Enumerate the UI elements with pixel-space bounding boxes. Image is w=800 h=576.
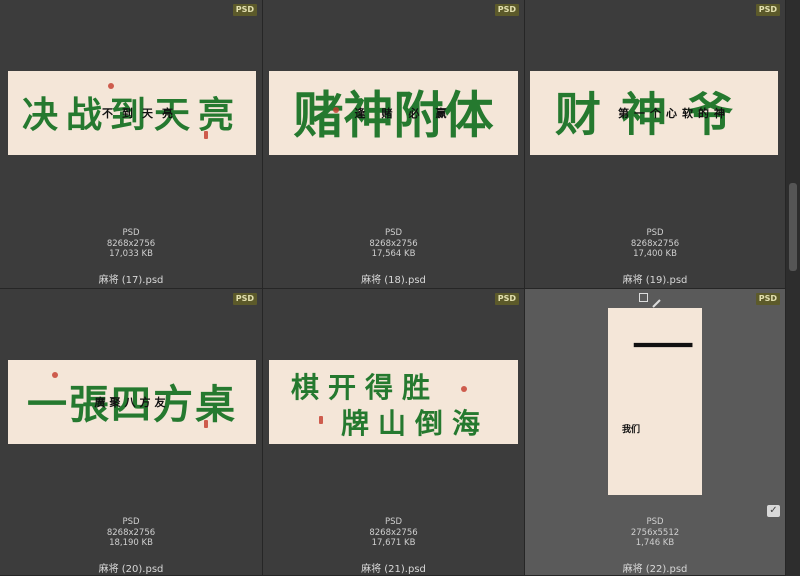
file-size: 1,746 KB (635, 538, 675, 548)
file-dimensions: 8268x2756 (369, 238, 418, 249)
file-meta: PSD 8268x2756 17,033 KB (0, 228, 262, 260)
file-meta: PSD 2756x5512 1,746 KB (525, 517, 785, 549)
thumbnail-cell-selected[interactable]: PSD 一 我们 PSD 2756x5512 1,746 KB ✓ 麻将 (22… (525, 289, 786, 576)
thumbnail-grid: PSD 决战到天亮 不到天亮 PSD 8268x2756 17,033 KB 麻… (0, 0, 786, 576)
file-meta: PSD 8268x2756 17,564 KB (263, 228, 524, 260)
thumbnail-subtext: 逢赌必赢 (354, 107, 463, 120)
file-type: PSD (384, 228, 403, 238)
seal-stamp (108, 83, 114, 89)
seal-stamp (204, 420, 208, 428)
thumbnail-subtext: 廣聚八方友 (94, 396, 170, 409)
file-dimensions: 2756x5512 (630, 527, 680, 538)
seal-stamp (52, 372, 58, 378)
file-name[interactable]: 麻将 (20).psd (0, 560, 262, 575)
file-size: 17,400 KB (633, 249, 677, 259)
thumbnail-image[interactable]: 决战到天亮 不到天亮 (8, 71, 256, 155)
thumbnail-subtext: 不到天亮 (102, 107, 182, 120)
format-badge: PSD (494, 4, 519, 16)
file-size: 18,190 KB (109, 538, 153, 548)
seal-stamp (461, 386, 467, 392)
file-dimensions: 8268x2756 (369, 527, 418, 538)
file-size: 17,033 KB (109, 249, 153, 259)
thumbnail-cell[interactable]: PSD 一張四方桌 廣聚八方友 PSD 8268x2756 18,190 KB … (0, 289, 263, 576)
thumbnail-cell[interactable]: PSD 决战到天亮 不到天亮 PSD 8268x2756 17,033 KB 麻… (0, 0, 263, 289)
thumbnail-cell[interactable]: PSD 棋开得胜 牌山倒海 PSD 8268x2756 17,671 KB 麻将… (263, 289, 525, 576)
file-dimensions: 8268x2756 (106, 527, 156, 538)
thumbnail-calligraphy-line-2: 牌山倒海 (341, 407, 490, 440)
pen-icon[interactable] (652, 293, 661, 308)
thumbnail-cell[interactable]: PSD 赌神附体 逢赌必赢 PSD 8268x2756 17,564 KB 麻将… (263, 0, 525, 289)
thumbnail-image[interactable]: 一張四方桌 廣聚八方友 (8, 360, 256, 444)
format-badge: PSD (494, 293, 519, 305)
file-type: PSD (122, 517, 140, 527)
file-dimensions: 8268x2756 (630, 238, 680, 249)
file-name[interactable]: 麻将 (21).psd (263, 560, 524, 575)
file-size: 17,564 KB (371, 249, 416, 259)
format-badge: PSD (755, 293, 780, 305)
thumbnail-subtext: 第一个心软的神 (618, 107, 730, 120)
thumbnail-cell[interactable]: PSD 财神爷 第一个心软的神 PSD 8268x2756 17,400 KB … (525, 0, 786, 289)
format-badge: PSD (755, 4, 780, 16)
file-name[interactable]: 麻将 (19).psd (525, 271, 785, 286)
seal-stamp (319, 416, 323, 424)
file-meta: PSD 8268x2756 17,671 KB (263, 517, 524, 549)
file-name[interactable]: 麻将 (17).psd (0, 271, 262, 286)
thumbnail-image[interactable]: 一 我们 (608, 308, 702, 495)
file-type: PSD (646, 228, 664, 238)
file-size: 17,671 KB (371, 538, 416, 548)
file-type: PSD (122, 228, 140, 238)
file-name[interactable]: 麻将 (22).psd (525, 560, 785, 575)
file-type: PSD (646, 517, 664, 527)
file-meta: PSD 8268x2756 17,400 KB (525, 228, 785, 260)
file-name[interactable]: 麻将 (18).psd (263, 271, 524, 286)
file-type: PSD (384, 517, 403, 527)
format-badge: PSD (232, 4, 257, 16)
checkmark-icon[interactable]: ✓ (767, 505, 780, 517)
thumbnail-image[interactable]: 赌神附体 逢赌必赢 (269, 71, 518, 155)
seal-stamp (333, 107, 339, 113)
thumbnail-image[interactable]: 棋开得胜 牌山倒海 (269, 360, 518, 444)
thumbnail-image[interactable]: 财神爷 第一个心软的神 (530, 71, 778, 155)
thumbnail-subtext: 我们 (622, 425, 641, 435)
seal-stamp (204, 131, 208, 139)
thumbnail-calligraphy: 一 (632, 324, 695, 369)
scrollbar-thumb[interactable] (789, 183, 797, 271)
file-meta: PSD 8268x2756 18,190 KB (0, 517, 262, 549)
thumbnail-calligraphy-line-1: 棋开得胜 (291, 371, 440, 404)
format-badge: PSD (232, 293, 257, 305)
square-icon[interactable] (639, 293, 648, 302)
file-dimensions: 8268x2756 (106, 238, 156, 249)
vertical-scrollbar[interactable] (786, 0, 800, 576)
